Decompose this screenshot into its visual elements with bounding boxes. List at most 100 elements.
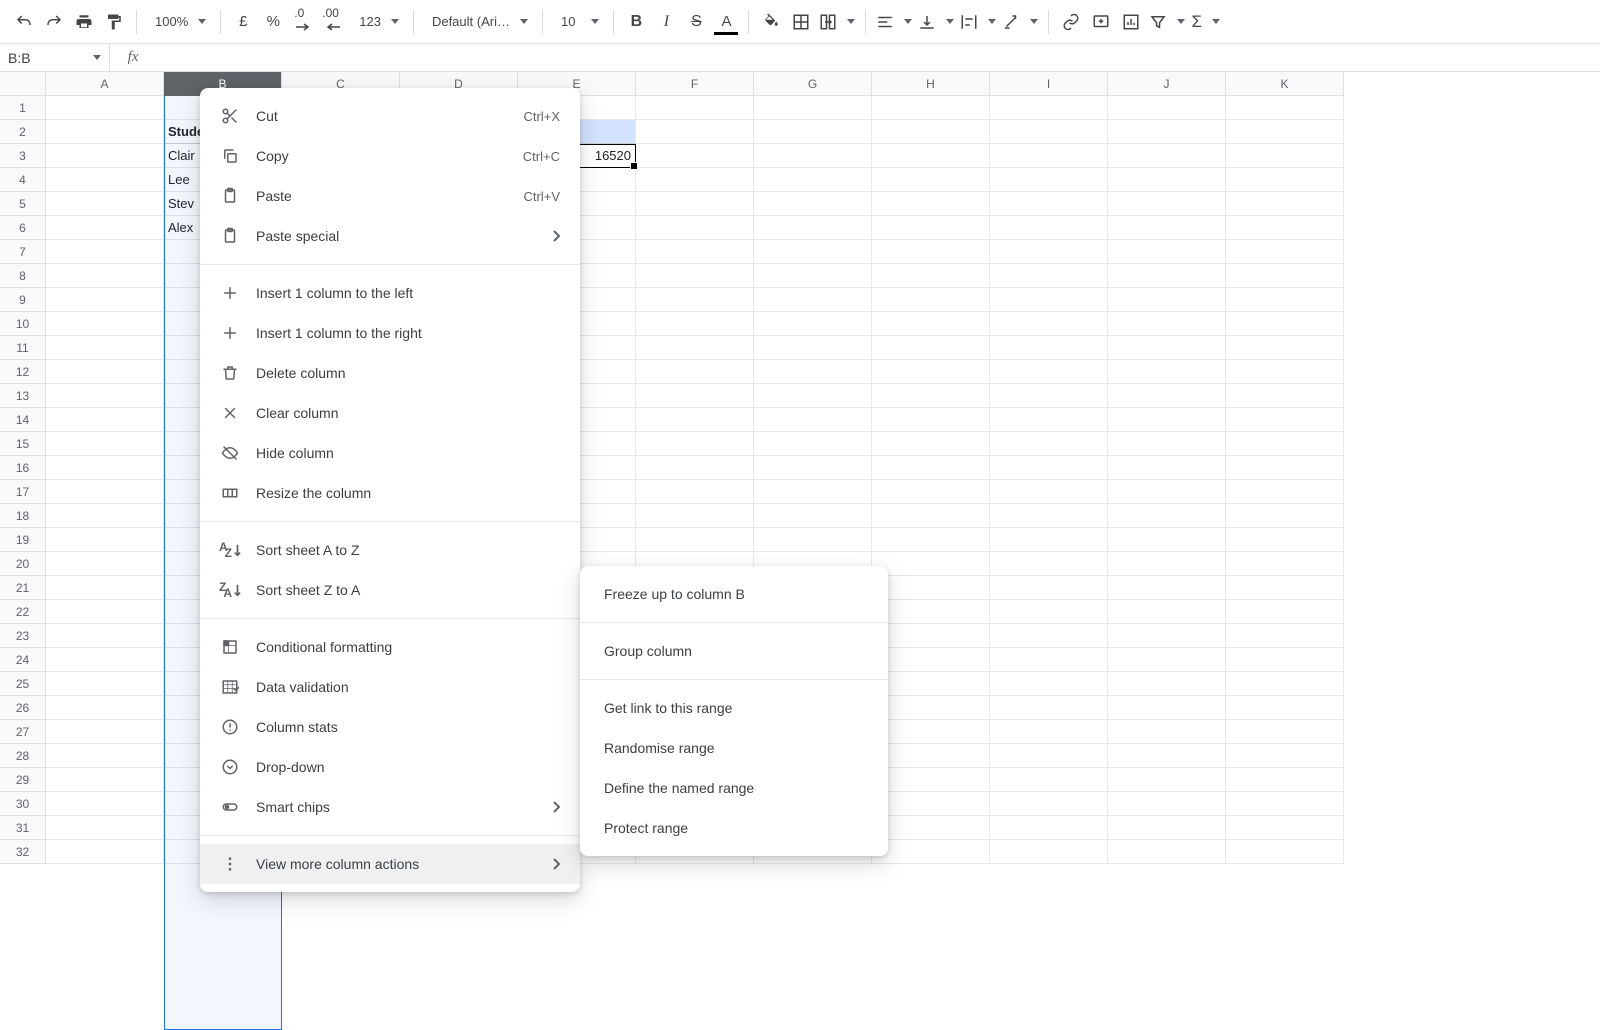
cell[interactable] <box>46 456 164 480</box>
cell[interactable] <box>1108 384 1226 408</box>
cell[interactable] <box>636 480 754 504</box>
cell[interactable] <box>990 360 1108 384</box>
row-header[interactable]: 22 <box>0 600 46 624</box>
cell[interactable] <box>1108 744 1226 768</box>
cell[interactable] <box>1108 792 1226 816</box>
cell[interactable] <box>1226 552 1344 576</box>
cell[interactable] <box>990 336 1108 360</box>
cell[interactable] <box>990 648 1108 672</box>
zoom-select[interactable]: 100% <box>145 7 212 37</box>
undo-button[interactable] <box>10 7 38 37</box>
cell[interactable] <box>872 168 990 192</box>
menu-item-resize-the-column[interactable]: Resize the column <box>200 473 580 513</box>
cell[interactable] <box>1226 360 1344 384</box>
cell[interactable] <box>1226 528 1344 552</box>
cell[interactable] <box>636 360 754 384</box>
cell[interactable] <box>46 144 164 168</box>
menu-item-sort-sheet-z-to-a[interactable]: ZASort sheet Z to A <box>200 570 580 610</box>
cell[interactable] <box>46 672 164 696</box>
cell[interactable] <box>1108 432 1226 456</box>
cell[interactable] <box>1108 696 1226 720</box>
cell[interactable] <box>1226 168 1344 192</box>
cell[interactable] <box>990 600 1108 624</box>
currency-button[interactable]: £ <box>229 7 257 37</box>
cell[interactable] <box>990 552 1108 576</box>
cell[interactable] <box>1108 720 1226 744</box>
cell[interactable] <box>46 120 164 144</box>
cell[interactable] <box>872 480 990 504</box>
row-header[interactable]: 16 <box>0 456 46 480</box>
cell[interactable] <box>990 576 1108 600</box>
insert-chart-button[interactable] <box>1117 7 1145 37</box>
cell[interactable] <box>990 144 1108 168</box>
cell[interactable] <box>1226 408 1344 432</box>
cell[interactable] <box>872 672 990 696</box>
cell[interactable] <box>636 432 754 456</box>
text-wrap-button[interactable] <box>958 7 998 37</box>
row-header[interactable]: 5 <box>0 192 46 216</box>
cell[interactable] <box>990 240 1108 264</box>
cell[interactable] <box>46 528 164 552</box>
row-header[interactable]: 3 <box>0 144 46 168</box>
cell[interactable] <box>46 240 164 264</box>
cell[interactable] <box>1108 552 1226 576</box>
cell[interactable] <box>872 120 990 144</box>
cell[interactable] <box>46 504 164 528</box>
row-header[interactable]: 14 <box>0 408 46 432</box>
column-header-a[interactable]: A <box>46 72 164 96</box>
cell[interactable] <box>872 96 990 120</box>
cell[interactable] <box>872 576 990 600</box>
cell[interactable] <box>754 384 872 408</box>
cell[interactable] <box>1226 432 1344 456</box>
cell[interactable] <box>1108 144 1226 168</box>
cell[interactable] <box>636 192 754 216</box>
menu-item-paste-special[interactable]: Paste special <box>200 216 580 256</box>
cell[interactable] <box>990 264 1108 288</box>
cell[interactable] <box>46 192 164 216</box>
more-formats-button[interactable]: 123 <box>349 7 405 37</box>
cell[interactable] <box>872 792 990 816</box>
menu-item-conditional-formatting[interactable]: Conditional formatting <box>200 627 580 667</box>
cell[interactable] <box>1226 624 1344 648</box>
percent-button[interactable]: % <box>259 7 287 37</box>
cell[interactable] <box>1226 648 1344 672</box>
menu-item-delete-column[interactable]: Delete column <box>200 353 580 393</box>
cell[interactable] <box>1226 456 1344 480</box>
cell[interactable] <box>1108 288 1226 312</box>
cell[interactable] <box>1108 336 1226 360</box>
cell[interactable] <box>1226 576 1344 600</box>
row-header[interactable]: 24 <box>0 648 46 672</box>
cell[interactable] <box>1108 240 1226 264</box>
name-box[interactable]: B:B <box>0 44 110 71</box>
cell[interactable] <box>46 216 164 240</box>
cell[interactable] <box>990 816 1108 840</box>
menu-item-copy[interactable]: CopyCtrl+C <box>200 136 580 176</box>
cell[interactable] <box>1108 768 1226 792</box>
print-button[interactable] <box>70 7 98 37</box>
cell[interactable] <box>636 456 754 480</box>
cell[interactable] <box>754 264 872 288</box>
cell[interactable] <box>872 432 990 456</box>
cell[interactable] <box>754 456 872 480</box>
cell[interactable] <box>754 408 872 432</box>
cell[interactable] <box>1108 600 1226 624</box>
cell[interactable] <box>46 696 164 720</box>
row-header[interactable]: 30 <box>0 792 46 816</box>
submenu-item-group-column[interactable]: Group column <box>580 631 888 671</box>
row-header[interactable]: 15 <box>0 432 46 456</box>
cell[interactable] <box>1108 264 1226 288</box>
cell[interactable] <box>46 600 164 624</box>
cell[interactable] <box>1226 672 1344 696</box>
row-header[interactable]: 2 <box>0 120 46 144</box>
cell[interactable] <box>1226 696 1344 720</box>
cell[interactable] <box>1226 240 1344 264</box>
cell[interactable] <box>872 552 990 576</box>
formula-input[interactable] <box>156 44 1600 71</box>
cell[interactable] <box>46 840 164 864</box>
cell[interactable] <box>46 96 164 120</box>
redo-button[interactable] <box>40 7 68 37</box>
cell[interactable] <box>1226 480 1344 504</box>
row-header[interactable]: 28 <box>0 744 46 768</box>
cell[interactable] <box>872 456 990 480</box>
strikethrough-button[interactable]: S <box>682 7 710 37</box>
